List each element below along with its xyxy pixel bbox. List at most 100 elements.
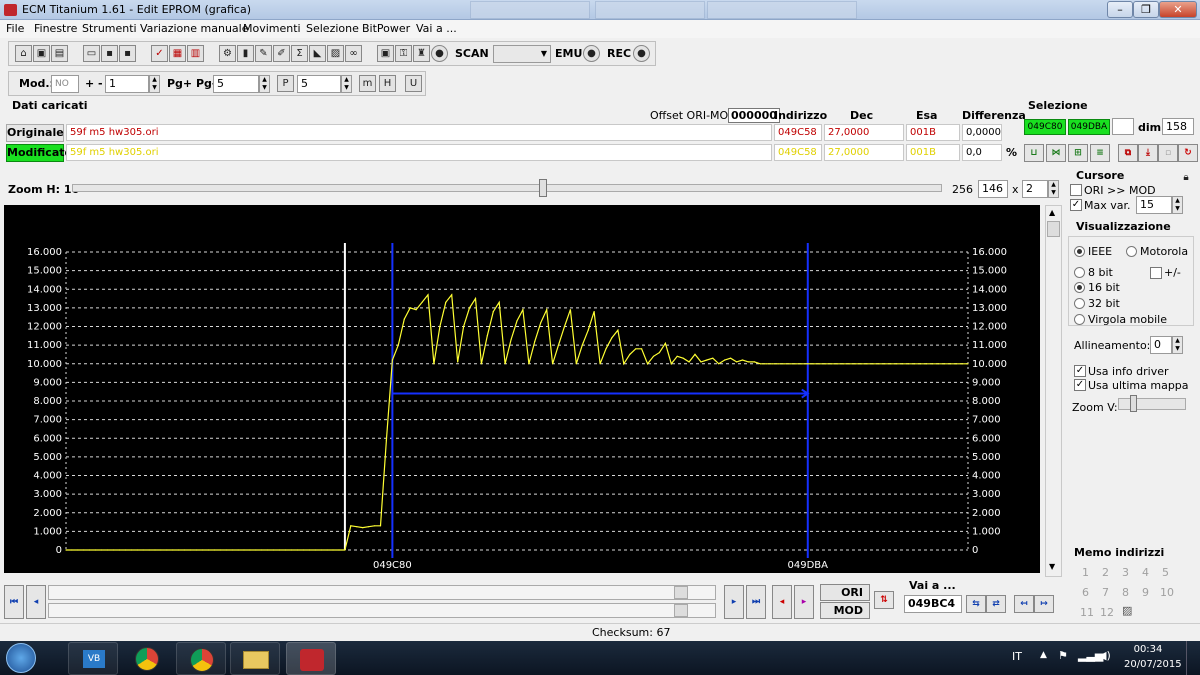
memo-slot-5[interactable]: 5 <box>1162 566 1169 579</box>
start-button[interactable] <box>6 643 36 673</box>
tray-up-icon[interactable]: ▲ <box>1040 650 1047 660</box>
refresh-icon[interactable]: ↻ <box>1178 144 1198 162</box>
record-icon[interactable]: ● <box>431 45 448 62</box>
memo-slot-9[interactable]: 9 <box>1142 586 1149 599</box>
ori-button[interactable]: ORI <box>820 584 870 601</box>
ori-scrollbar[interactable] <box>48 585 716 600</box>
binoculars-icon[interactable]: ∞ <box>345 45 362 62</box>
lock-icon[interactable]: ⚿ <box>395 45 412 62</box>
tray-volume-icon[interactable]: ◀) <box>1098 649 1111 662</box>
menu-vai-a[interactable]: Vai a ... <box>416 22 457 35</box>
float-radio[interactable] <box>1074 314 1085 325</box>
runner-icon[interactable]: ♜ <box>413 45 430 62</box>
close-button[interactable]: ✕ <box>1159 1 1197 18</box>
h-icon[interactable]: H <box>379 75 396 92</box>
clock-date[interactable]: 20/07/2015 <box>1124 659 1182 670</box>
use-driver-checkbox[interactable]: ✓ <box>1074 365 1086 377</box>
mod-scroll-thumb[interactable] <box>674 604 688 617</box>
ori-mod-checkbox[interactable] <box>1070 184 1082 196</box>
menu-finestre[interactable]: Finestre <box>34 22 77 35</box>
taskbar-chrome2-icon[interactable] <box>176 642 226 675</box>
disk-icon[interactable]: ▤ <box>51 45 68 62</box>
maxvar-checkbox[interactable]: ✓ <box>1070 199 1082 211</box>
use-last-map-checkbox[interactable]: ✓ <box>1074 379 1086 391</box>
modified-button[interactable]: Modificato <box>6 144 72 162</box>
copy-selection-icon[interactable]: ⧉ <box>1118 144 1138 162</box>
selection-extra-field[interactable] <box>1112 118 1134 135</box>
memo-slot-3[interactable]: 3 <box>1122 566 1129 579</box>
16bit-radio[interactable] <box>1074 282 1085 293</box>
plusminus-field[interactable]: 1 <box>105 75 149 93</box>
bookmark-fwd-icon[interactable]: ↦ <box>1034 595 1054 613</box>
menu-strumenti[interactable]: Strumenti <box>82 22 137 35</box>
maxvar-field[interactable]: 15 <box>1136 196 1172 214</box>
rec-button[interactable]: ● <box>633 45 650 62</box>
32bit-radio[interactable] <box>1074 298 1085 309</box>
memo-slot-1[interactable]: 1 <box>1082 566 1089 579</box>
select-mid-icon[interactable]: ⋈ <box>1046 144 1066 162</box>
alignment-spinner[interactable]: ▲ ▼ <box>1172 336 1183 354</box>
emu-button[interactable]: ● <box>583 45 600 62</box>
plusminus-spinner[interactable]: ▲ ▼ <box>149 75 160 93</box>
memo-slot-10[interactable]: 10 <box>1160 586 1174 599</box>
minimize-button[interactable]: – <box>1107 1 1133 18</box>
taskbar-chrome-icon[interactable] <box>122 642 172 675</box>
phone-icon[interactable]: ▮ <box>237 45 254 62</box>
memo-save-icon[interactable]: ▨ <box>1122 604 1132 617</box>
m-icon[interactable]: m <box>359 75 376 92</box>
chart-area[interactable]: 0 0 1.000 1.000 2.000 2.000 3.000 3.000 4.000 4.0… <box>4 205 1040 573</box>
zoomv-slider[interactable] <box>1118 398 1186 410</box>
maximize-button[interactable]: ❐ <box>1133 1 1159 18</box>
menu-bitpower[interactable]: BitPower <box>362 22 410 35</box>
lang-indicator[interactable]: IT <box>1012 650 1022 663</box>
scroll-up-icon[interactable]: ▲ <box>1049 208 1055 217</box>
floppy-icon[interactable]: ▪ <box>101 45 118 62</box>
open-folder-icon[interactable]: ▭ <box>83 45 100 62</box>
memo-slot-11[interactable]: 11 <box>1080 606 1094 619</box>
signed-checkbox[interactable] <box>1150 267 1162 279</box>
next-icon[interactable]: ▸ <box>724 585 744 619</box>
swap-icon[interactable]: ⇅ <box>874 591 894 609</box>
menu-variazione-manuale[interactable]: Variazione manuale <box>140 22 249 35</box>
line-chart[interactable]: 0 0 1.000 1.000 2.000 2.000 3.000 3.000 4.000 4.0… <box>4 205 1040 573</box>
select-all-icon[interactable]: ≡ <box>1090 144 1110 162</box>
zoomv-thumb[interactable] <box>1130 395 1137 412</box>
prev-diff-icon[interactable]: ◂ <box>772 585 792 619</box>
mod-field[interactable]: NO <box>51 75 79 93</box>
mod-button[interactable]: MOD <box>820 602 870 619</box>
memo-slot-7[interactable]: 7 <box>1102 586 1109 599</box>
ieee-radio[interactable] <box>1074 246 1085 257</box>
zoom-mult-spinner[interactable]: ▲ ▼ <box>1048 180 1059 198</box>
scroll-thumb[interactable] <box>1047 221 1060 237</box>
graph-icon[interactable]: ▨ <box>327 45 344 62</box>
zoom-slider-track[interactable] <box>72 184 942 192</box>
p-field[interactable]: 5 <box>297 75 341 93</box>
memo-slot-12[interactable]: 12 <box>1100 606 1114 619</box>
zoom-value-field[interactable]: 146 <box>978 180 1008 198</box>
memo-slot-2[interactable]: 2 <box>1102 566 1109 579</box>
pencil-icon[interactable]: ✐ <box>273 45 290 62</box>
home-icon[interactable]: ⌂ <box>15 45 32 62</box>
paste-selection-icon[interactable]: ⤓ <box>1138 144 1158 162</box>
memo-slot-6[interactable]: 6 <box>1082 586 1089 599</box>
lock-icon[interactable]: 🔒︎ <box>1178 170 1194 186</box>
zoom-slider-thumb[interactable] <box>539 179 547 197</box>
maxvar-spinner[interactable]: ▲ ▼ <box>1172 196 1183 214</box>
save-icon[interactable]: ▣ <box>33 45 50 62</box>
selection-start[interactable]: 049C80 <box>1024 119 1066 135</box>
select-left-icon[interactable]: ⊔ <box>1024 144 1044 162</box>
menu-file[interactable]: File <box>6 22 24 35</box>
alignment-field[interactable]: 0 <box>1150 336 1172 354</box>
p-icon[interactable]: P <box>277 75 294 92</box>
last-icon[interactable]: ⏭ <box>746 585 766 619</box>
taskbar-vb-icon[interactable]: VB <box>68 642 118 675</box>
pg-spinner[interactable]: ▲ ▼ <box>259 75 270 93</box>
selection-end[interactable]: 049DBA <box>1068 119 1110 135</box>
bookmark-back-icon[interactable]: ↤ <box>1014 595 1034 613</box>
taskbar-explorer-icon[interactable] <box>230 642 280 675</box>
next-diff-icon[interactable]: ▸ <box>794 585 814 619</box>
menu-movimenti[interactable]: Movimenti <box>243 22 301 35</box>
goto-ori-icon[interactable]: ⇆ <box>966 595 986 613</box>
tray-action-icon[interactable]: ⚑ <box>1058 649 1068 662</box>
chart-vertical-scrollbar[interactable]: ▲ ▼ <box>1045 205 1062 577</box>
